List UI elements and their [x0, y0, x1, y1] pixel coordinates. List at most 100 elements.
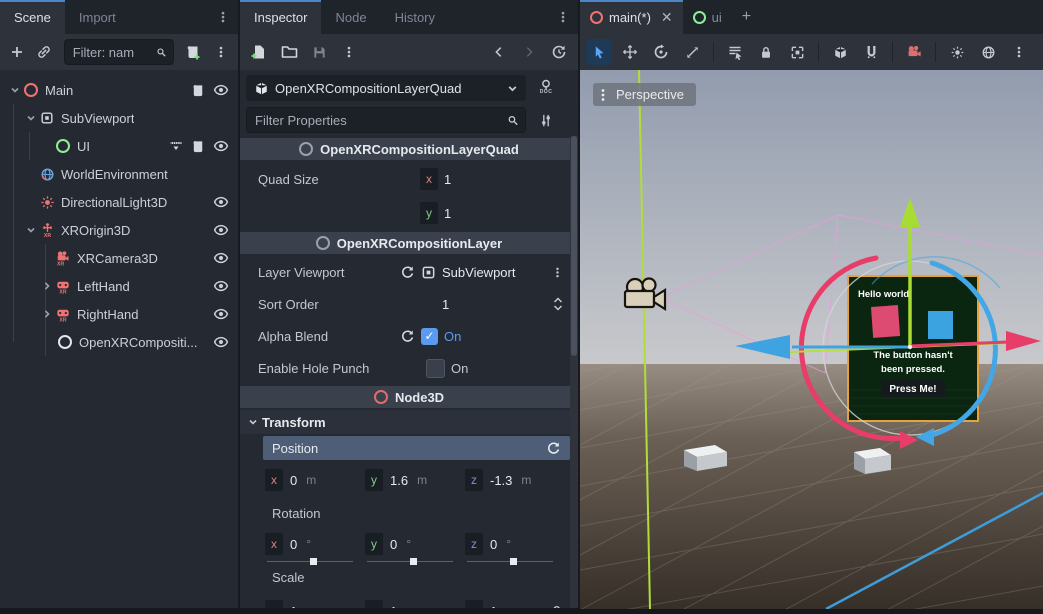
scene-tree-menu-button[interactable] [209, 39, 232, 65]
move-tool-button[interactable] [617, 39, 643, 65]
select-tool-button[interactable] [586, 39, 612, 65]
tab-node[interactable]: Node [321, 0, 380, 34]
scale-tool-button[interactable] [679, 39, 705, 65]
rotation-z-field[interactable]: 0 [490, 537, 497, 552]
history-forward-button[interactable] [516, 39, 542, 65]
inspector-scrollbar[interactable] [570, 136, 578, 608]
chevron-right-icon[interactable] [40, 281, 54, 291]
close-tab-icon[interactable]: ✕ [661, 9, 673, 26]
revert-icon[interactable] [400, 329, 415, 344]
scene-dock-menu-button[interactable] [208, 0, 238, 34]
position-x-field[interactable]: 0 [290, 473, 297, 488]
new-resource-button[interactable] [246, 39, 272, 65]
load-resource-button[interactable] [276, 39, 302, 65]
alpha-blend-checkbox[interactable]: ✓ [421, 328, 438, 345]
list-select-button[interactable] [722, 39, 748, 65]
tree-row-righthand[interactable]: XR RightHand [0, 300, 238, 328]
rotate-tool-button[interactable] [648, 39, 674, 65]
tab-inspector[interactable]: Inspector [240, 0, 321, 34]
history-back-button[interactable] [486, 39, 512, 65]
tree-row-xrorigin3d[interactable]: XR XROrigin3D [0, 216, 238, 244]
quad-size-x-field[interactable]: 1 [444, 172, 451, 187]
tree-row-openxrcompositionlayerquad selected[interactable]: OpenXRCompositi... [0, 328, 238, 356]
transform-group-header[interactable]: Transform [240, 410, 578, 434]
visibility-eye-icon[interactable] [213, 82, 229, 98]
script-icon[interactable] [191, 139, 206, 154]
tab-history[interactable]: History [381, 0, 449, 34]
tree-row-main[interactable]: Main [0, 76, 238, 104]
property-tools-button[interactable] [532, 107, 560, 133]
sun-environment-menu-button[interactable] [1006, 39, 1032, 65]
scene-tab-ui[interactable]: ui [683, 0, 732, 34]
visibility-eye-icon[interactable] [213, 138, 229, 154]
spinner-updown-icon[interactable] [552, 297, 564, 311]
instanced-scene-icon[interactable] [168, 138, 184, 154]
chevron-down-icon[interactable] [8, 85, 22, 95]
save-resource-button[interactable] [306, 39, 332, 65]
edit-history-button[interactable] [546, 39, 572, 65]
script-icon[interactable] [191, 83, 206, 98]
rotation-x-slider[interactable] [267, 561, 353, 562]
scrollbar-thumb[interactable] [571, 136, 577, 356]
visibility-eye-icon[interactable] [213, 194, 229, 210]
rotation-label[interactable]: Rotation [240, 498, 578, 528]
position-z-field[interactable]: -1.3 [490, 473, 512, 488]
rotation-y-field[interactable]: 0 [390, 537, 397, 552]
position-property-row[interactable]: Position [263, 436, 570, 460]
node-type-dropdown[interactable]: OpenXRCompositionLayerQuad [246, 75, 526, 101]
viewport-3d[interactable]: Hello world! The button hasn't been pres… [580, 70, 1043, 614]
filter-properties-input[interactable] [253, 112, 507, 129]
revert-icon[interactable] [546, 441, 561, 456]
category-node3d[interactable]: Node3D [240, 386, 578, 408]
new-scene-tab-button[interactable]: + [732, 0, 761, 34]
rotation-y-slider[interactable] [367, 561, 453, 562]
quad-size-y-field[interactable]: 1 [444, 206, 451, 221]
add-node-button[interactable] [6, 39, 29, 65]
visibility-eye-icon[interactable] [213, 250, 229, 266]
scene-filter-input[interactable] [71, 44, 157, 61]
tab-scene[interactable]: Scene [0, 0, 65, 34]
tree-row-ui[interactable]: UI [0, 132, 238, 160]
scene-tab-main[interactable]: main(*) ✕ [580, 0, 683, 34]
tree-row-subviewport[interactable]: SubViewport [0, 104, 238, 132]
sort-order-field[interactable]: 1 [442, 297, 449, 312]
visibility-eye-icon[interactable] [213, 222, 229, 238]
scale-x-field[interactable]: 1 [290, 604, 297, 609]
visibility-eye-icon[interactable] [213, 278, 229, 294]
inspector-dock-menu-button[interactable] [548, 0, 578, 34]
instance-scene-button[interactable] [33, 39, 56, 65]
perspective-menu-button[interactable]: Perspective [593, 83, 696, 106]
position-y-field[interactable]: 1.6 [390, 473, 408, 488]
local-space-button[interactable] [827, 39, 853, 65]
rotation-z-slider[interactable] [467, 561, 553, 562]
resource-menu-button[interactable] [336, 39, 362, 65]
chevron-down-icon[interactable] [24, 225, 38, 235]
visibility-eye-icon[interactable] [213, 334, 229, 350]
scale-z-field[interactable]: 1 [490, 604, 497, 609]
tab-import[interactable]: Import [65, 0, 130, 34]
kebab-menu-icon[interactable] [551, 266, 564, 279]
category-openxrcompositionlayerquad[interactable]: OpenXRCompositionLayerQuad [240, 138, 578, 160]
scale-y-field[interactable]: 1 [390, 604, 397, 609]
open-documentation-button[interactable]: DOC [532, 74, 560, 100]
gizmo-center[interactable] [908, 345, 912, 349]
white-box-right[interactable] [854, 448, 891, 474]
hole-punch-checkbox[interactable] [426, 359, 445, 378]
preview-camera-button[interactable] [901, 39, 927, 65]
chevron-right-icon[interactable] [40, 309, 54, 319]
tree-row-directionallight3d[interactable]: DirectionalLight3D [0, 188, 238, 216]
tree-row-worldenvironment[interactable]: WorldEnvironment [0, 160, 238, 188]
group-selected-button[interactable] [784, 39, 810, 65]
visibility-eye-icon[interactable] [213, 306, 229, 322]
preview-sun-button[interactable] [944, 39, 970, 65]
revert-icon[interactable] [400, 265, 415, 280]
category-openxrcompositionlayer[interactable]: OpenXRCompositionLayer [240, 232, 578, 254]
snap-toggle-button[interactable] [858, 39, 884, 65]
preview-environment-button[interactable] [975, 39, 1001, 65]
lock-selected-button[interactable] [753, 39, 779, 65]
layer-viewport-value[interactable]: SubViewport [442, 265, 515, 280]
chevron-down-icon[interactable] [24, 113, 38, 123]
attach-script-button[interactable] [182, 39, 205, 65]
tree-row-xrcamera3d[interactable]: XR XRCamera3D [0, 244, 238, 272]
tree-row-lefthand[interactable]: XR LeftHand [0, 272, 238, 300]
